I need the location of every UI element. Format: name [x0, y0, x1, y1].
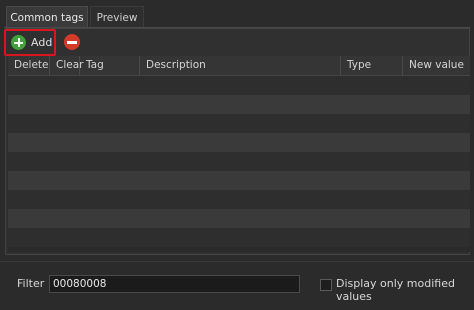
- table-row: [8, 152, 470, 171]
- column-header-new-value[interactable]: New value: [403, 56, 470, 75]
- filter-divider: [0, 261, 474, 262]
- table-row: [8, 76, 470, 95]
- table-row: [8, 228, 470, 247]
- display-modified-checkbox[interactable]: [320, 279, 332, 291]
- tab-common-tags[interactable]: Common tags: [6, 6, 88, 28]
- table-row: [8, 209, 470, 228]
- table-row: [8, 171, 470, 190]
- filter-label-text: Filter: [17, 277, 45, 290]
- column-header-description[interactable]: Description: [140, 56, 341, 75]
- column-header-clear[interactable]: Clear: [50, 56, 83, 75]
- column-header-delete[interactable]: Delete: [8, 56, 50, 75]
- column-header-type[interactable]: Type: [341, 56, 403, 75]
- table-header: Delete Clear Tag Description Type New va…: [8, 56, 470, 76]
- display-modified-label[interactable]: Display only modified values: [336, 277, 474, 303]
- filter-input[interactable]: [49, 275, 300, 293]
- table-row: [8, 133, 470, 152]
- tab-bar: Common tags Preview: [4, 6, 470, 28]
- add-button[interactable]: Add: [4, 29, 56, 56]
- table-row: [8, 190, 470, 209]
- add-button-label: Add: [31, 36, 53, 49]
- table-row: [8, 114, 470, 133]
- tab-preview[interactable]: Preview: [90, 6, 144, 28]
- minus-circle-icon: [64, 34, 80, 50]
- remove-button[interactable]: [63, 33, 81, 51]
- plus-circle-icon: [11, 35, 26, 50]
- table-body: [8, 76, 470, 247]
- table-row: [8, 95, 470, 114]
- filter-label: Filter: [17, 277, 44, 290]
- tags-table: Delete Clear Tag Description Type New va…: [8, 56, 470, 252]
- column-header-tag[interactable]: Tag: [80, 56, 140, 75]
